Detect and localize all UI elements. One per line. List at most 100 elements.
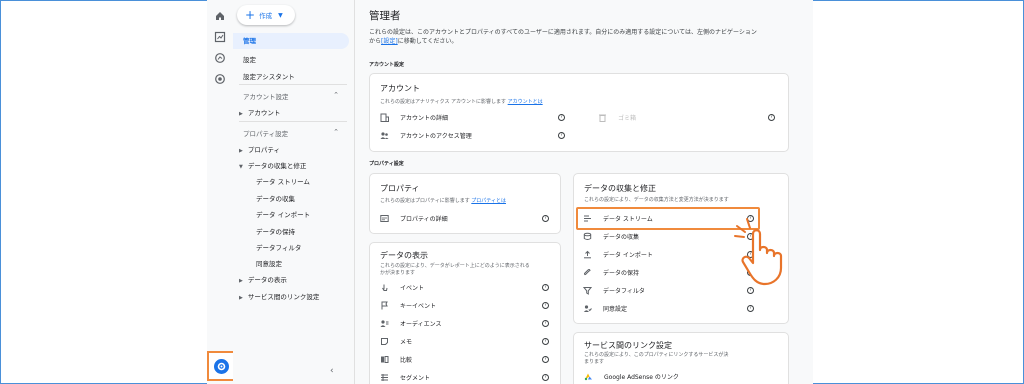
explore-icon[interactable] — [214, 52, 226, 64]
settings-link[interactable]: [設定] — [381, 38, 398, 45]
reports-icon[interactable] — [214, 31, 226, 43]
audiences-label: オーディエンス — [400, 320, 442, 328]
audiences-row[interactable]: オーディエンス — [380, 317, 530, 329]
help-icon[interactable]: ? — [558, 114, 565, 121]
nav-section-property-settings[interactable]: プロパティ設定 ⌃ — [243, 128, 339, 138]
nav-item-data-display[interactable]: ▶ データの表示 — [239, 274, 287, 284]
help-icon[interactable]: ? — [747, 305, 754, 312]
admin-settings-button[interactable] — [207, 351, 235, 381]
help-icon[interactable]: ? — [542, 320, 549, 327]
events-row[interactable]: イベント — [380, 281, 530, 293]
help-icon[interactable]: ? — [542, 338, 549, 345]
page-description: これらの設定は、このアカウントとプロパティのすべてのユーザーに適用されます。自分… — [369, 28, 779, 46]
nav-item-data-import[interactable]: データ インポート — [256, 209, 310, 219]
nav-item-property[interactable]: ▶ プロパティ — [239, 144, 280, 154]
help-icon[interactable]: ? — [542, 284, 549, 291]
app-window: + 作成 ▼ 管理 設定 設定アシスタント アカウント設定 ⌃ ▶ アカウント プ… — [207, 0, 813, 384]
main-content: 管理者 これらの設定は、このアカウントとプロパティのすべてのユーザーに適用されま… — [355, 0, 813, 384]
trash-label: ゴミ箱 — [618, 114, 637, 122]
consent-icon — [583, 304, 592, 313]
consent-settings-row[interactable]: 同意設定 — [583, 302, 733, 314]
property-card-subtitle-text: これらの設定はプロパティに影響します — [380, 198, 470, 204]
property-card-title: プロパティ — [380, 184, 420, 193]
nav-item-data-filters[interactable]: データフィルタ — [256, 242, 301, 252]
advertising-icon[interactable] — [214, 73, 226, 85]
left-rail — [207, 0, 235, 384]
property-settings-label: プロパティ設定 — [243, 130, 289, 138]
data-filters-row[interactable]: データフィルタ — [583, 284, 733, 296]
nav-item-settings[interactable]: 設定 — [243, 54, 256, 64]
expand-arrow-icon: ▶ — [239, 278, 243, 284]
caret-down-icon: ▼ — [278, 11, 283, 19]
help-icon[interactable]: ? — [542, 374, 549, 381]
help-icon[interactable]: ? — [542, 356, 549, 363]
product-links-subtitle-1: これらの設定により、このプロパティにリンクするサービスが決 — [584, 352, 729, 358]
notes-label: メモ — [400, 338, 413, 346]
property-details-row[interactable]: プロパティの詳細 — [380, 212, 530, 224]
account-settings-label: アカウント設定 — [243, 93, 289, 101]
product-links-subtitle-2: まります — [584, 359, 605, 365]
filter-icon — [583, 286, 592, 295]
data-stream-icon — [583, 214, 592, 223]
account-access-row[interactable]: アカウントのアクセス管理 — [380, 129, 560, 141]
trash-row[interactable]: ゴミ箱 — [598, 111, 748, 123]
chevron-up-icon: ⌃ — [333, 91, 339, 99]
nav-item-product-links[interactable]: ▶ サービス間のリンク設定 — [239, 291, 319, 301]
notes-row[interactable]: メモ — [380, 335, 530, 347]
account-settings-heading: アカウント設定 — [369, 62, 405, 68]
account-card-subtitle-text: これらの設定はアナリティクス アカウントに影響します — [380, 99, 507, 105]
database-icon — [583, 232, 592, 241]
account-details-row[interactable]: アカウントの詳細 — [380, 111, 560, 123]
nav-item-admin[interactable]: 管理 — [233, 33, 349, 49]
account-card-subtitle: これらの設定はアナリティクス アカウントに影響します アカウントとは — [380, 98, 543, 105]
home-icon[interactable] — [214, 10, 226, 22]
pointing-hand-icon — [734, 218, 783, 286]
nav-item-setup-assistant[interactable]: 設定アシスタント — [243, 71, 295, 81]
help-icon[interactable]: ? — [768, 114, 775, 121]
data-collection-row[interactable]: データの収集 — [583, 230, 733, 242]
comparisons-row[interactable]: 比較 — [380, 353, 530, 365]
key-events-row[interactable]: キーイベント — [380, 299, 530, 311]
adsense-links-row[interactable]: Google AdSense のリンク — [584, 370, 754, 382]
nav-item-data-retention[interactable]: データの保持 — [256, 226, 295, 236]
page-title: 管理者 — [369, 10, 401, 22]
data-streams-row[interactable]: データ ストリーム — [583, 212, 733, 224]
account-label: アカウント — [247, 109, 281, 117]
help-icon[interactable]: ? — [542, 302, 549, 309]
data-retention-label: データの保持 — [603, 269, 640, 277]
what-is-account-link[interactable]: アカウントとは — [508, 99, 543, 105]
segments-row[interactable]: セグメント — [380, 371, 530, 383]
data-retention-row[interactable]: データの保持 — [583, 266, 733, 278]
create-button[interactable]: + 作成 ▼ — [237, 5, 295, 25]
account-card: アカウント これらの設定はアナリティクス アカウントに影響します アカウントとは… — [369, 73, 789, 152]
nav-item-data-streams[interactable]: データ ストリーム — [256, 176, 310, 186]
adsense-links-label: Google AdSense のリンク — [604, 373, 679, 381]
nav-divider — [239, 84, 347, 85]
nav-item-account[interactable]: ▶ アカウント — [239, 107, 280, 117]
data-filters-label: データフィルタ — [603, 287, 645, 295]
nav-divider — [239, 121, 347, 122]
account-access-label: アカウントのアクセス管理 — [400, 132, 472, 140]
nav-item-data-collection[interactable]: ▼ データの収集と修正 — [239, 160, 306, 170]
data-import-label: データ インポート — [603, 251, 653, 259]
create-label: 作成 — [259, 12, 273, 20]
expand-arrow-icon: ▶ — [239, 148, 243, 154]
plus-icon: + — [245, 8, 256, 22]
what-is-property-link[interactable]: プロパティとは — [471, 198, 506, 204]
nav-item-consent-settings[interactable]: 同意設定 — [256, 258, 282, 268]
collapse-nav-icon[interactable]: ‹ — [330, 366, 334, 376]
data-import-row[interactable]: データ インポート — [583, 248, 733, 260]
events-label: イベント — [400, 284, 425, 292]
product-links-card: サービス間のリンク設定 これらの設定により、このプロパティにリンクするサービスが… — [573, 332, 789, 384]
admin-nav: + 作成 ▼ 管理 設定 設定アシスタント アカウント設定 ⌃ ▶ アカウント プ… — [233, 0, 355, 384]
help-icon[interactable]: ? — [747, 287, 754, 294]
expand-arrow-icon: ▶ — [239, 295, 243, 301]
nav-section-account-settings[interactable]: アカウント設定 ⌃ — [243, 91, 339, 101]
audience-icon — [380, 319, 389, 328]
expand-arrow-icon: ▶ — [239, 111, 243, 117]
help-icon[interactable]: ? — [542, 215, 549, 222]
help-icon[interactable]: ? — [558, 132, 565, 139]
compare-icon — [380, 355, 389, 364]
data-display-label: データの表示 — [247, 276, 287, 284]
nav-item-data-collection-sub[interactable]: データの収集 — [256, 193, 295, 203]
